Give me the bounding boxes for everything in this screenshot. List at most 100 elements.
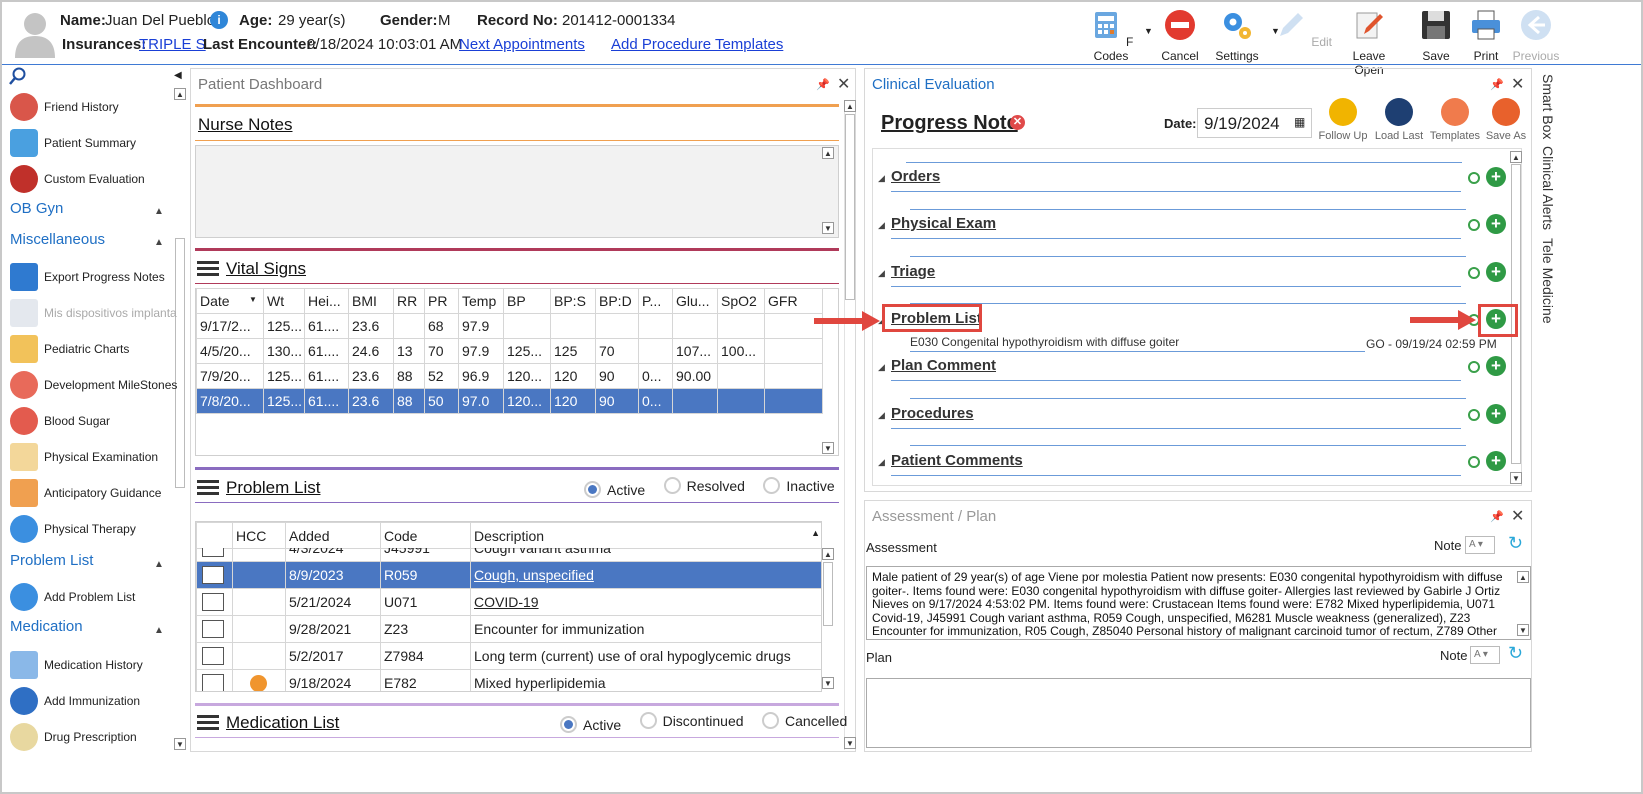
save-as-button[interactable]: Save As [1478, 98, 1534, 142]
vitals-column-header[interactable]: Temp [458, 288, 504, 314]
vitals-column-header[interactable]: Hei... [304, 288, 349, 314]
sort-down-icon[interactable]: ▼ [249, 295, 257, 304]
checkbox[interactable] [202, 674, 224, 691]
sections-scroll-down[interactable]: ▼ [1510, 472, 1522, 484]
nav-export-progress-notes[interactable]: Export Progress Notes [10, 260, 165, 294]
row-checkbox-cell[interactable] [196, 615, 233, 643]
dashboard-scroll-down[interactable]: ▼ [844, 737, 856, 749]
row-checkbox-cell[interactable] [196, 561, 233, 589]
problem-filter-active[interactable]: Active [584, 481, 645, 498]
nav-scrollbar-thumb[interactable] [175, 238, 185, 488]
add-icon[interactable]: + [1486, 167, 1506, 187]
collapse-nav-icon[interactable]: ◀ [174, 70, 182, 81]
vitals-column-header[interactable]: Glu... [672, 288, 718, 314]
nav-add-problem-list[interactable]: Add Problem List [10, 580, 135, 614]
tab-tele-medicine[interactable]: Tele Medicine [1540, 238, 1556, 324]
vitals-column-header[interactable]: BP:D [595, 288, 639, 314]
column-header-description[interactable]: Description ▲ [470, 522, 821, 549]
nav-medication-history[interactable]: Medication History [10, 648, 143, 682]
medication-list-menu-icon[interactable] [197, 715, 219, 731]
tab-smart-box[interactable]: Smart Box [1540, 74, 1556, 139]
chevron-up-icon[interactable]: ▲ [154, 625, 164, 636]
medication-filter-active[interactable]: Active [560, 716, 621, 733]
pin-icon[interactable]: 📌 [1490, 510, 1504, 523]
vitals-column-header[interactable]: BMI [348, 288, 394, 314]
vitals-column-header[interactable]: PR [424, 288, 459, 314]
nav-mis-dispositivos[interactable]: Mis dispositivos implanta [10, 296, 177, 330]
table-row[interactable]: 8/9/2023 R059 Cough, unspecified [196, 561, 821, 589]
add-procedure-templates-link[interactable]: Add Procedure Templates [611, 36, 783, 53]
add-icon[interactable]: + [1486, 262, 1506, 282]
previous-button[interactable]: Previous [1506, 8, 1566, 63]
column-header-added[interactable]: Added [285, 522, 381, 549]
problem-scroll-up[interactable]: ▲ [822, 548, 834, 560]
section-title[interactable]: Orders [891, 168, 940, 185]
vitals-column-header[interactable]: BP [503, 288, 551, 314]
nav-physical-examination[interactable]: Physical Examination [10, 440, 158, 474]
problem-scroll-thumb[interactable] [823, 562, 833, 626]
fcodes-button[interactable]: F Codes [1081, 8, 1141, 63]
pin-icon[interactable]: 📌 [1490, 78, 1504, 91]
tab-clinical-alerts[interactable]: Clinical Alerts [1540, 146, 1556, 230]
row-checkbox-cell[interactable] [196, 588, 233, 616]
section-plan-comment[interactable]: ◢ Plan Comment + [878, 356, 1510, 382]
section-procedures[interactable]: ◢ Procedures + [878, 404, 1510, 430]
edit-button[interactable]: Edit [1273, 8, 1333, 49]
chevron-up-icon[interactable]: ▲ [154, 237, 164, 248]
add-icon[interactable]: + [1486, 214, 1506, 234]
expand-triangle-icon[interactable]: ◢ [878, 457, 885, 468]
nav-friend-history[interactable]: Friend History [10, 90, 119, 124]
dashboard-scroll-up[interactable]: ▲ [844, 100, 856, 112]
checkbox[interactable] [202, 566, 224, 585]
close-icon[interactable]: ✕ [1511, 506, 1524, 526]
refresh-icon[interactable]: ↻ [1508, 533, 1523, 554]
search-icon[interactable] [8, 66, 28, 86]
nurse-notes-scroll-down[interactable]: ▼ [822, 222, 834, 234]
refresh-icon[interactable]: ↻ [1508, 643, 1523, 664]
medication-filter-cancelled[interactable]: Cancelled [761, 712, 847, 729]
checkbox[interactable] [202, 548, 224, 558]
expand-triangle-icon[interactable]: ◢ [878, 268, 885, 279]
row-checkbox-cell[interactable] [196, 642, 233, 670]
expand-triangle-icon[interactable]: ◢ [878, 173, 885, 184]
vitals-column-header[interactable]: SpO2 [717, 288, 765, 314]
expand-triangle-icon[interactable]: ◢ [878, 362, 885, 373]
nav-pediatric-charts[interactable]: Pediatric Charts [10, 332, 129, 366]
expand-triangle-icon[interactable]: ◢ [878, 410, 885, 421]
row-checkbox-cell[interactable] [196, 548, 233, 562]
vitals-row[interactable]: 7/9/20... 125... 61.... 23.6 88 52 96.9 120... 1… [196, 363, 823, 389]
leave-open-button[interactable]: Leave Open [1339, 8, 1399, 77]
vitals-column-header[interactable]: Wt [263, 288, 305, 314]
date-field[interactable]: 9/19/2024 ▦ [1197, 108, 1312, 138]
add-icon[interactable]: + [1486, 356, 1506, 376]
nav-patient-summary[interactable]: Patient Summary [10, 126, 136, 160]
table-row[interactable]: 5/21/2024 U071 COVID-19 [196, 588, 821, 616]
templates-button[interactable]: Templates [1427, 98, 1483, 142]
alarm-clock-icon[interactable] [1468, 267, 1480, 279]
settings-button[interactable]: Settings [1207, 8, 1267, 63]
plan-textarea[interactable] [866, 678, 1531, 748]
assessment-textarea[interactable]: Male patient of 29 year(s) of age Viene … [866, 566, 1531, 640]
nav-anticipatory-guidance[interactable]: Anticipatory Guidance [10, 476, 161, 510]
alarm-clock-icon[interactable] [1468, 361, 1480, 373]
nav-group-obgyn[interactable]: OB Gyn [10, 200, 63, 217]
vitals-row[interactable]: 7/8/20... 125... 61.... 23.6 88 50 97.0 120... 1… [196, 388, 823, 414]
close-icon[interactable]: ✕ [1511, 74, 1524, 94]
dashboard-scroll-thumb[interactable] [845, 114, 855, 300]
nav-add-immunization[interactable]: Add Immunization [10, 684, 140, 718]
vitals-column-header[interactable]: RR [393, 288, 425, 314]
checkbox[interactable] [202, 620, 224, 639]
problem-list-menu-icon[interactable] [197, 480, 219, 496]
alarm-clock-icon[interactable] [1468, 409, 1480, 421]
nav-scroll-down[interactable]: ▼ [174, 738, 186, 750]
vitals-row[interactable]: 9/17/2... 125... 61.... 23.6 68 97.9 [196, 313, 823, 339]
nav-scroll-up[interactable]: ▲ [174, 88, 186, 100]
problem-filter-inactive[interactable]: Inactive [763, 477, 835, 494]
close-icon[interactable]: ✕ [837, 74, 850, 94]
nav-physical-therapy[interactable]: Physical Therapy [10, 512, 136, 546]
alarm-clock-icon[interactable] [1468, 172, 1480, 184]
section-triage[interactable]: ◢ Triage + [878, 262, 1510, 288]
remove-note-icon[interactable]: ✕ [1010, 115, 1025, 130]
sections-scroll-up[interactable]: ▲ [1510, 151, 1522, 163]
problem-scroll-down[interactable]: ▼ [822, 677, 834, 689]
